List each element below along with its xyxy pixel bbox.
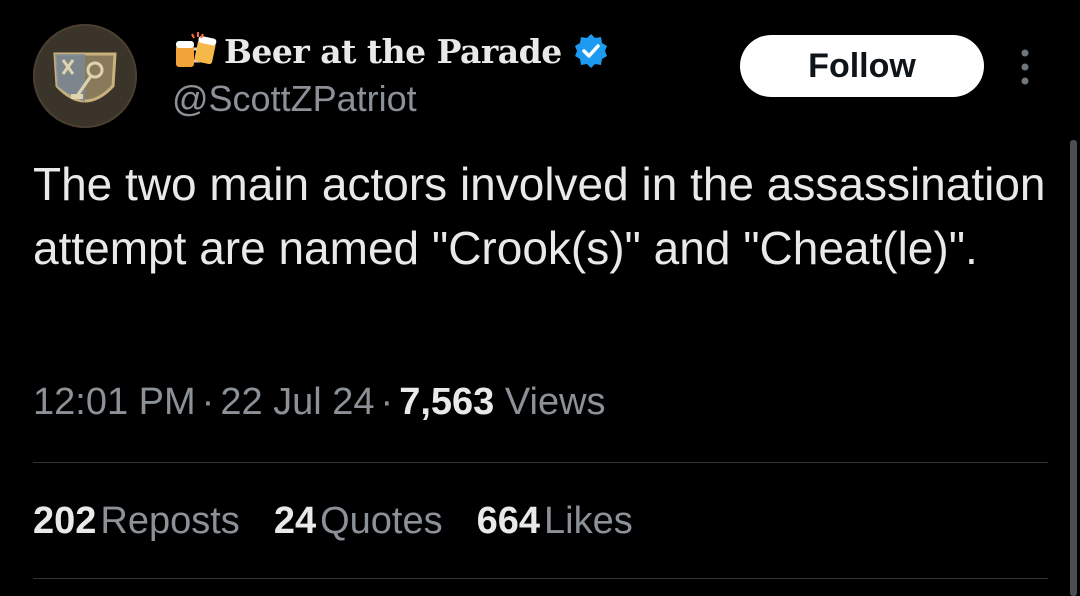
tweet-meta: 12:01 PM · 22 Jul 24 · 7,563 Views	[33, 381, 606, 424]
scrollbar[interactable]	[1070, 140, 1077, 596]
reposts-count: 202	[33, 500, 97, 542]
author-handle[interactable]: @ScottZPatriot	[172, 78, 417, 120]
quotes-count: 24	[273, 500, 317, 542]
views-label: Views	[504, 381, 606, 423]
tweet-text: The two main actors involved in the assa…	[33, 158, 1046, 274]
verified-icon	[572, 32, 610, 70]
likes-count: 664	[476, 500, 541, 542]
divider	[33, 462, 1048, 463]
quotes-stat[interactable]: 24 Quotes	[274, 500, 443, 543]
follow-button[interactable]: Follow	[740, 35, 984, 97]
more-vertical-icon[interactable]	[1013, 47, 1037, 87]
reposts-label: Reposts	[100, 500, 240, 542]
avatar[interactable]	[33, 24, 137, 128]
author-display-name[interactable]: Beer at the Parade	[224, 32, 562, 71]
quotes-label: Quotes	[320, 500, 443, 542]
likes-stat[interactable]: 664 Likes	[477, 500, 633, 543]
engagement-stats: 202 Reposts 24 Quotes 664 Likes	[33, 500, 667, 543]
meta-separator: ·	[380, 381, 394, 423]
divider	[33, 578, 1048, 579]
meta-separator: ·	[201, 381, 215, 423]
views-count: 7,563	[399, 381, 495, 423]
tweet-time[interactable]: 12:01 PM	[33, 381, 196, 423]
beer-mugs-icon	[172, 31, 222, 71]
reposts-stat[interactable]: 202 Reposts	[33, 500, 240, 543]
likes-label: Likes	[544, 500, 633, 542]
tweet-date[interactable]: 22 Jul 24	[220, 381, 374, 423]
author-name-row[interactable]: Beer at the Parade	[172, 28, 610, 74]
